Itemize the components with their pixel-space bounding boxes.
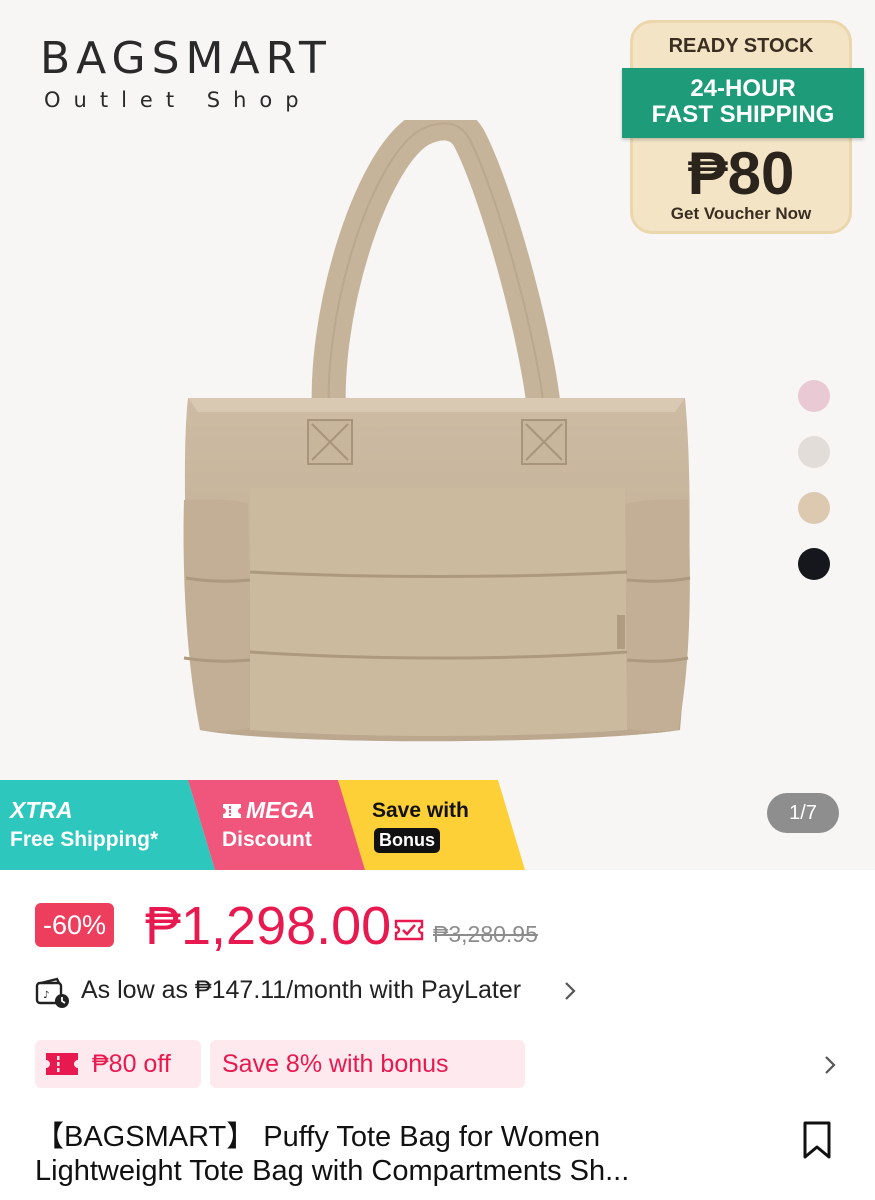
mega-label-text: MEGA	[246, 797, 315, 823]
bonus-label: Bonus	[374, 828, 440, 853]
color-swatches	[798, 380, 832, 604]
original-price: ₱3,280.95	[433, 921, 538, 947]
swatch-beige[interactable]	[798, 492, 830, 524]
discount-label: Discount	[222, 828, 312, 851]
fast-shipping-line1: 24-HOUR	[690, 75, 796, 102]
voucher-row[interactable]: ₱80 off Save 8% with bonus	[35, 1040, 845, 1088]
product-gallery[interactable]: BAGSMART Outlet Shop READY STOCK 24-HOUR…	[0, 0, 875, 870]
voucher-chip-off[interactable]: ₱80 off	[35, 1040, 201, 1088]
shop-logo-subtitle: Outlet Shop	[44, 88, 312, 112]
paylater-row[interactable]: ♪ As low as ₱147.11/month with PayLater	[35, 975, 635, 1009]
swatch-pink[interactable]	[798, 380, 830, 412]
chevron-right-icon[interactable]	[823, 1054, 837, 1076]
ready-stock-label: READY STOCK	[668, 35, 814, 57]
current-price: ₱1,298.00	[145, 896, 392, 956]
price-guarantee-icon[interactable]	[393, 917, 425, 943]
bookmark-icon[interactable]	[800, 1120, 834, 1160]
product-title: 【BAGSMART】 Puffy Tote Bag for Women Ligh…	[35, 1120, 780, 1188]
voucher-off-label: ₱80 off	[92, 1050, 171, 1078]
mega-discount-tag: MEGA Discount	[188, 780, 366, 870]
product-title-line2: Lightweight Tote Bag with Compartments S…	[35, 1155, 630, 1187]
xtra-free-shipping-tag: XTRA Free Shipping*	[0, 780, 215, 870]
swatch-light-grey[interactable]	[798, 436, 830, 468]
mega-label: MEGA	[222, 797, 315, 824]
product-title-row: 【BAGSMART】 Puffy Tote Bag for Women Ligh…	[35, 1120, 845, 1196]
chevron-right-icon	[565, 982, 576, 1000]
voucher-chip-save[interactable]: Save 8% with bonus	[210, 1040, 525, 1088]
image-pager: 1/7	[767, 793, 839, 833]
save-with-label: Save with	[372, 799, 469, 822]
xtra-label: XTRA	[10, 797, 73, 823]
shop-logo-name: BAGSMART	[40, 33, 332, 84]
ticket-icon	[46, 1053, 78, 1075]
discount-badge: -60%	[35, 903, 115, 947]
mega-ticket-icon	[223, 804, 241, 818]
swatch-black[interactable]	[798, 548, 830, 580]
promo-strip: XTRA Free Shipping* MEGA Discount Save w…	[0, 780, 525, 870]
svg-text:♪: ♪	[43, 990, 49, 1001]
paylater-icon: ♪	[35, 977, 69, 1008]
product-title-line1: 【BAGSMART】 Puffy Tote Bag for Women	[35, 1121, 601, 1153]
paylater-text: As low as ₱147.11/month with PayLater	[81, 976, 522, 1004]
free-shipping-label: Free Shipping*	[10, 828, 159, 851]
price-row: -60% ₱1,298.00 ₱3,280.95	[35, 895, 835, 959]
product-image	[183, 120, 691, 742]
save-with-bonus-tag: Save with Bonus	[338, 780, 525, 870]
shop-logo: BAGSMART Outlet Shop	[40, 33, 332, 113]
